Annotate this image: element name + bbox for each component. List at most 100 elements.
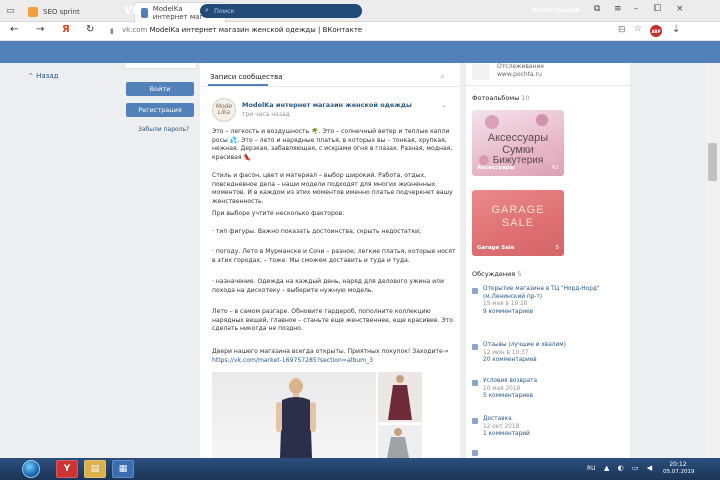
maximize-icon[interactable]: ⧠ (654, 4, 661, 14)
bookmark-star-icon[interactable]: ☆ (634, 24, 642, 34)
scrollbar[interactable] (705, 63, 720, 458)
discussion-comments[interactable]: 1 комментарий (483, 431, 623, 439)
vk-logo[interactable]: VK (124, 4, 141, 17)
file-explorer-taskbar-icon[interactable]: ▤ (84, 460, 106, 478)
pochta-logo (472, 64, 490, 80)
discussion-item[interactable]: Доставка 12 окт 2018 1 комментарий (483, 416, 623, 439)
link-domain[interactable]: www.pochta.ru (497, 71, 542, 78)
discussion-comments[interactable]: 9 комментариев (483, 309, 623, 317)
divider (202, 86, 460, 87)
album-count: 62 (552, 165, 559, 171)
album-title-line2: SALE (501, 217, 535, 229)
discussion-title[interactable]: Доставка (483, 416, 623, 424)
post-paragraph: Двери нашего магазина всегда открыты. Пр… (212, 348, 449, 355)
url-domain: vk.com (122, 26, 148, 34)
discussion-date: 12 окт 2018 (483, 423, 520, 430)
chevron-down-icon[interactable]: ⌄ (441, 101, 447, 109)
albums-count: 10 (521, 94, 530, 102)
discussion-title[interactable]: Отзывы (лучшие и хвалим) (483, 342, 623, 350)
tabs-overview-icon[interactable]: ⧉ (594, 4, 600, 14)
discussions-count: 5 (517, 270, 522, 278)
post-paragraph: · назначение. Одежда на каждый день, нар… (212, 278, 444, 294)
forgot-password-link[interactable]: Забыли пароль? (138, 126, 189, 133)
back-arrow-icon[interactable]: ← (10, 24, 18, 35)
discussion-comments[interactable]: 5 комментариев (483, 393, 623, 401)
post-paragraph: Это – легкость и воздушность 🌴. Это – со… (212, 128, 453, 161)
discussion-comments[interactable]: 20 комментариев (483, 357, 623, 365)
post-photo-third[interactable] (378, 425, 422, 458)
adblock-icon[interactable]: ABP (650, 25, 662, 37)
post-paragraph: При выборе учтите несколько факторов: (212, 210, 345, 217)
post-link[interactable]: https://vk.com/market-169757285?section=… (212, 357, 456, 366)
albums-title[interactable]: Фотоальбомы 10 (472, 94, 530, 102)
discussions-title[interactable]: Обсуждения 5 (472, 270, 522, 278)
discussion-item[interactable]: Отзывы (лучшие и хвалим) 12 июн в 10:37 … (483, 342, 623, 365)
post-author-link[interactable]: ModelKa интернет магазин женской одежды (242, 101, 412, 109)
url-field[interactable]: vk.com ModelKa интернет магазин женской … (122, 26, 362, 34)
app-taskbar-icon[interactable]: ▦ (112, 460, 134, 478)
post-paragraph: · погоду. Лето в Мурманске и Сочи – разн… (212, 248, 456, 264)
post-photo-second[interactable] (378, 372, 422, 422)
start-button-icon[interactable] (22, 460, 40, 478)
post-paragraph: Стиль и фасон, цвет и материал – выбор ш… (212, 172, 453, 205)
discussion-icon (472, 450, 478, 456)
download-icon[interactable]: ⇣ (672, 24, 680, 35)
discussion-icon (472, 288, 478, 294)
forward-arrow-icon[interactable]: → (36, 24, 44, 35)
discussion-item[interactable]: Открытие магазина в ТЦ "Норд-Норд" (м.Ле… (483, 286, 623, 316)
clock-date[interactable]: 05.07.2019 (663, 469, 695, 475)
album-garage-sale[interactable]: GARAGE SALE Garage Sale 5 (472, 190, 564, 256)
community-avatar[interactable]: Mode Lika (212, 98, 236, 122)
post-time[interactable]: три часа назад (242, 111, 290, 118)
album-caption: Garage Sale (477, 245, 515, 251)
vk-favicon-icon (141, 7, 148, 18)
post-link-text[interactable]: https://vk.com/market-169757285?section=… (212, 357, 373, 364)
tab-label: SEO sprint (43, 8, 80, 16)
chevron-up-icon: ⌃ (28, 72, 37, 80)
discussion-title[interactable]: Открытие магазина в ТЦ "Норд-Норд" (м.Ле… (483, 286, 623, 301)
vk-header (0, 41, 720, 63)
link-title[interactable]: Отслеживание (497, 63, 544, 70)
divider (466, 85, 630, 86)
discussion-item[interactable]: Условия возврата 10 мая 2018 5 комментар… (483, 378, 623, 401)
tab-seo-sprint[interactable]: SEO sprint (22, 2, 132, 22)
yandex-browser-taskbar-icon[interactable]: Y (56, 460, 78, 478)
search-placeholder: Поиск (214, 7, 235, 15)
album-count: 5 (555, 245, 560, 251)
language-indicator[interactable]: RU (587, 465, 596, 472)
clock-time[interactable]: 20:12 (663, 461, 693, 468)
album-caption: Аксессуары (477, 165, 515, 171)
outfit-photo-figure (387, 428, 409, 458)
discussion-title[interactable]: Условия возврата (483, 378, 623, 386)
close-window-icon[interactable]: × (676, 4, 684, 14)
menu-icon[interactable]: ≡ (614, 4, 622, 14)
album-title: Аксессуары (487, 132, 549, 144)
search-icon: ⌕ (205, 6, 209, 14)
tabs-menu-icon[interactable]: ▭ (6, 6, 15, 16)
left-gray-area (0, 63, 200, 458)
tray-icons[interactable]: ▲ ◐ ▭ ◀ (604, 464, 655, 472)
header-register-link[interactable]: регистрация (532, 6, 579, 14)
register-button[interactable]: Регистрация (126, 103, 194, 117)
discussion-icon (472, 418, 478, 424)
vk-search-input[interactable]: ⌕ Поиск (200, 4, 362, 18)
yandex-icon[interactable]: Я (62, 24, 70, 35)
discussion-icon (472, 380, 478, 386)
reader-mode-icon[interactable]: ⊟ (618, 25, 626, 35)
model-photo-figure (276, 378, 316, 458)
scrollbar-thumb[interactable] (708, 143, 717, 181)
back-link-label: Назад (36, 72, 59, 80)
discussion-date: 15 мая в 19:28 (483, 301, 528, 307)
login-button[interactable]: Войти (126, 82, 194, 96)
reload-icon[interactable]: ↻ (86, 24, 94, 35)
album-title: GARAGE (491, 204, 545, 216)
search-icon[interactable]: ⌕ (440, 72, 444, 82)
tab-community-posts[interactable]: Записи сообщества (210, 73, 283, 81)
url-page-title: ModelKa интернет магазин женской одежды … (149, 26, 363, 34)
album-accessories[interactable]: Аксессуары Сумки Бижутерия Аксессуары 62 (472, 110, 564, 176)
back-link[interactable]: ⌃ Назад (28, 72, 59, 80)
minimize-icon[interactable]: – (634, 4, 639, 14)
seo-sprint-favicon-icon (28, 7, 38, 17)
dress-photo-figure (388, 375, 412, 420)
discussions-title-label: Обсуждения (472, 270, 516, 278)
